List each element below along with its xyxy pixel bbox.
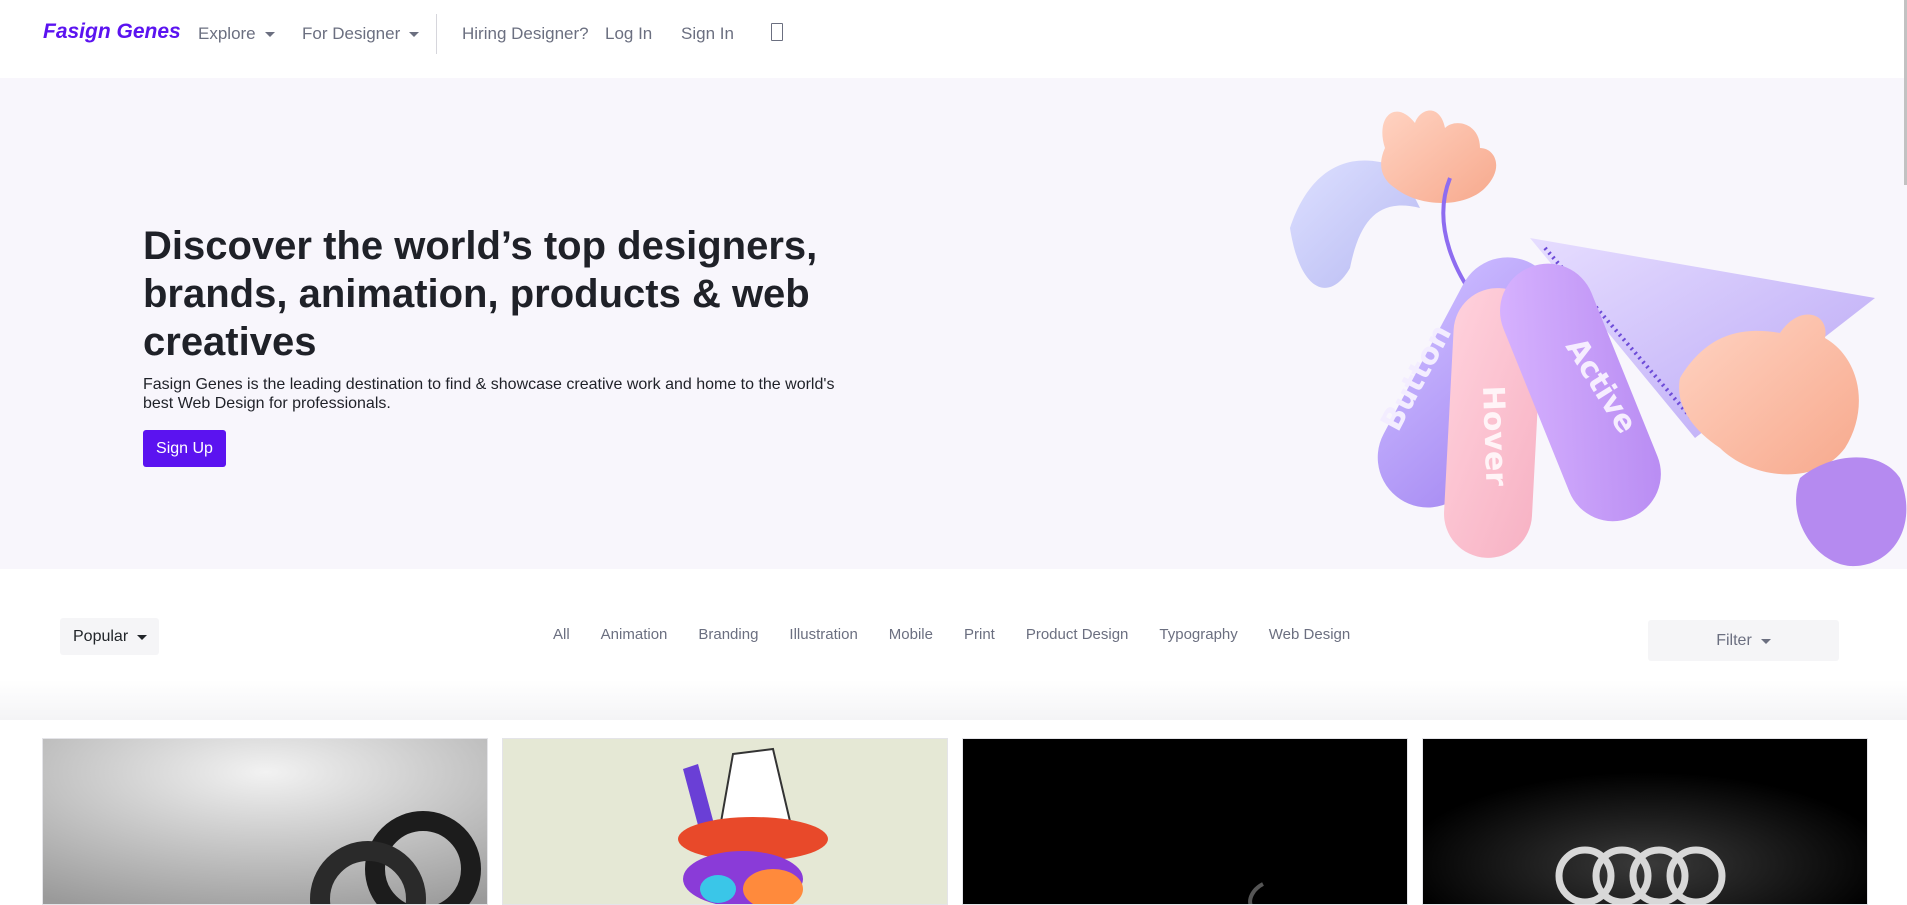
for-designer-dropdown[interactable]: For Designer (302, 24, 420, 44)
hero-description: Fasign Genes is the leading destination … (143, 376, 835, 412)
category-branding[interactable]: Branding (698, 626, 758, 643)
sleeve-shape (1796, 457, 1907, 567)
nav-divider (436, 14, 437, 54)
for-designer-label: For Designer (302, 24, 401, 43)
face-shape (700, 875, 736, 903)
explore-dropdown[interactable]: Explore (198, 24, 275, 44)
shot-thumbnail (503, 739, 947, 904)
login-link[interactable]: Log In (605, 24, 652, 44)
hand-shape (1381, 110, 1497, 203)
category-illustration[interactable]: Illustration (789, 626, 857, 643)
explore-label: Explore (198, 24, 256, 43)
filter-label: Filter (1716, 631, 1752, 649)
shot-card[interactable] (502, 738, 948, 905)
hiring-designer-link[interactable]: Hiring Designer? (462, 24, 589, 44)
sort-label: Popular (73, 627, 129, 645)
shot-thumbnail (43, 739, 487, 904)
shot-card[interactable] (1422, 738, 1868, 905)
signin-link[interactable]: Sign In (681, 24, 734, 44)
sort-dropdown[interactable]: Popular (60, 618, 159, 655)
chevron-down-icon (409, 32, 420, 37)
brand-logo[interactable]: Fasign Genes (43, 20, 181, 44)
category-web-design[interactable]: Web Design (1269, 626, 1350, 643)
category-print[interactable]: Print (964, 626, 995, 643)
grid-shadow (0, 680, 1907, 720)
category-nav: All Animation Branding Illustration Mobi… (553, 626, 1350, 643)
signup-button[interactable]: Sign Up (143, 430, 226, 467)
top-navbar: Fasign Genes Explore For Designer Hiring… (0, 0, 1907, 78)
shot-card[interactable] (962, 738, 1408, 905)
category-mobile[interactable]: Mobile (889, 626, 933, 643)
category-typography[interactable]: Typography (1159, 626, 1237, 643)
category-all[interactable]: All (553, 626, 570, 643)
hero-title: Discover the world’s top designers, bran… (143, 224, 818, 364)
shot-thumbnail (963, 739, 1407, 904)
hero-section: Discover the world’s top designers, bran… (0, 78, 1907, 569)
filter-button[interactable]: Filter (1648, 620, 1839, 661)
chevron-down-icon (264, 32, 275, 37)
shot-thumbnail (1423, 739, 1867, 904)
search-icon[interactable] (771, 23, 783, 41)
category-product-design[interactable]: Product Design (1026, 626, 1129, 643)
chevron-down-icon (1760, 638, 1771, 644)
shot-card[interactable] (42, 738, 488, 905)
chevron-down-icon (137, 634, 148, 640)
category-animation[interactable]: Animation (601, 626, 668, 643)
hero-illustration: Button Hover Active (1290, 110, 1907, 567)
tag-hover-label: Hover (1475, 385, 1513, 487)
